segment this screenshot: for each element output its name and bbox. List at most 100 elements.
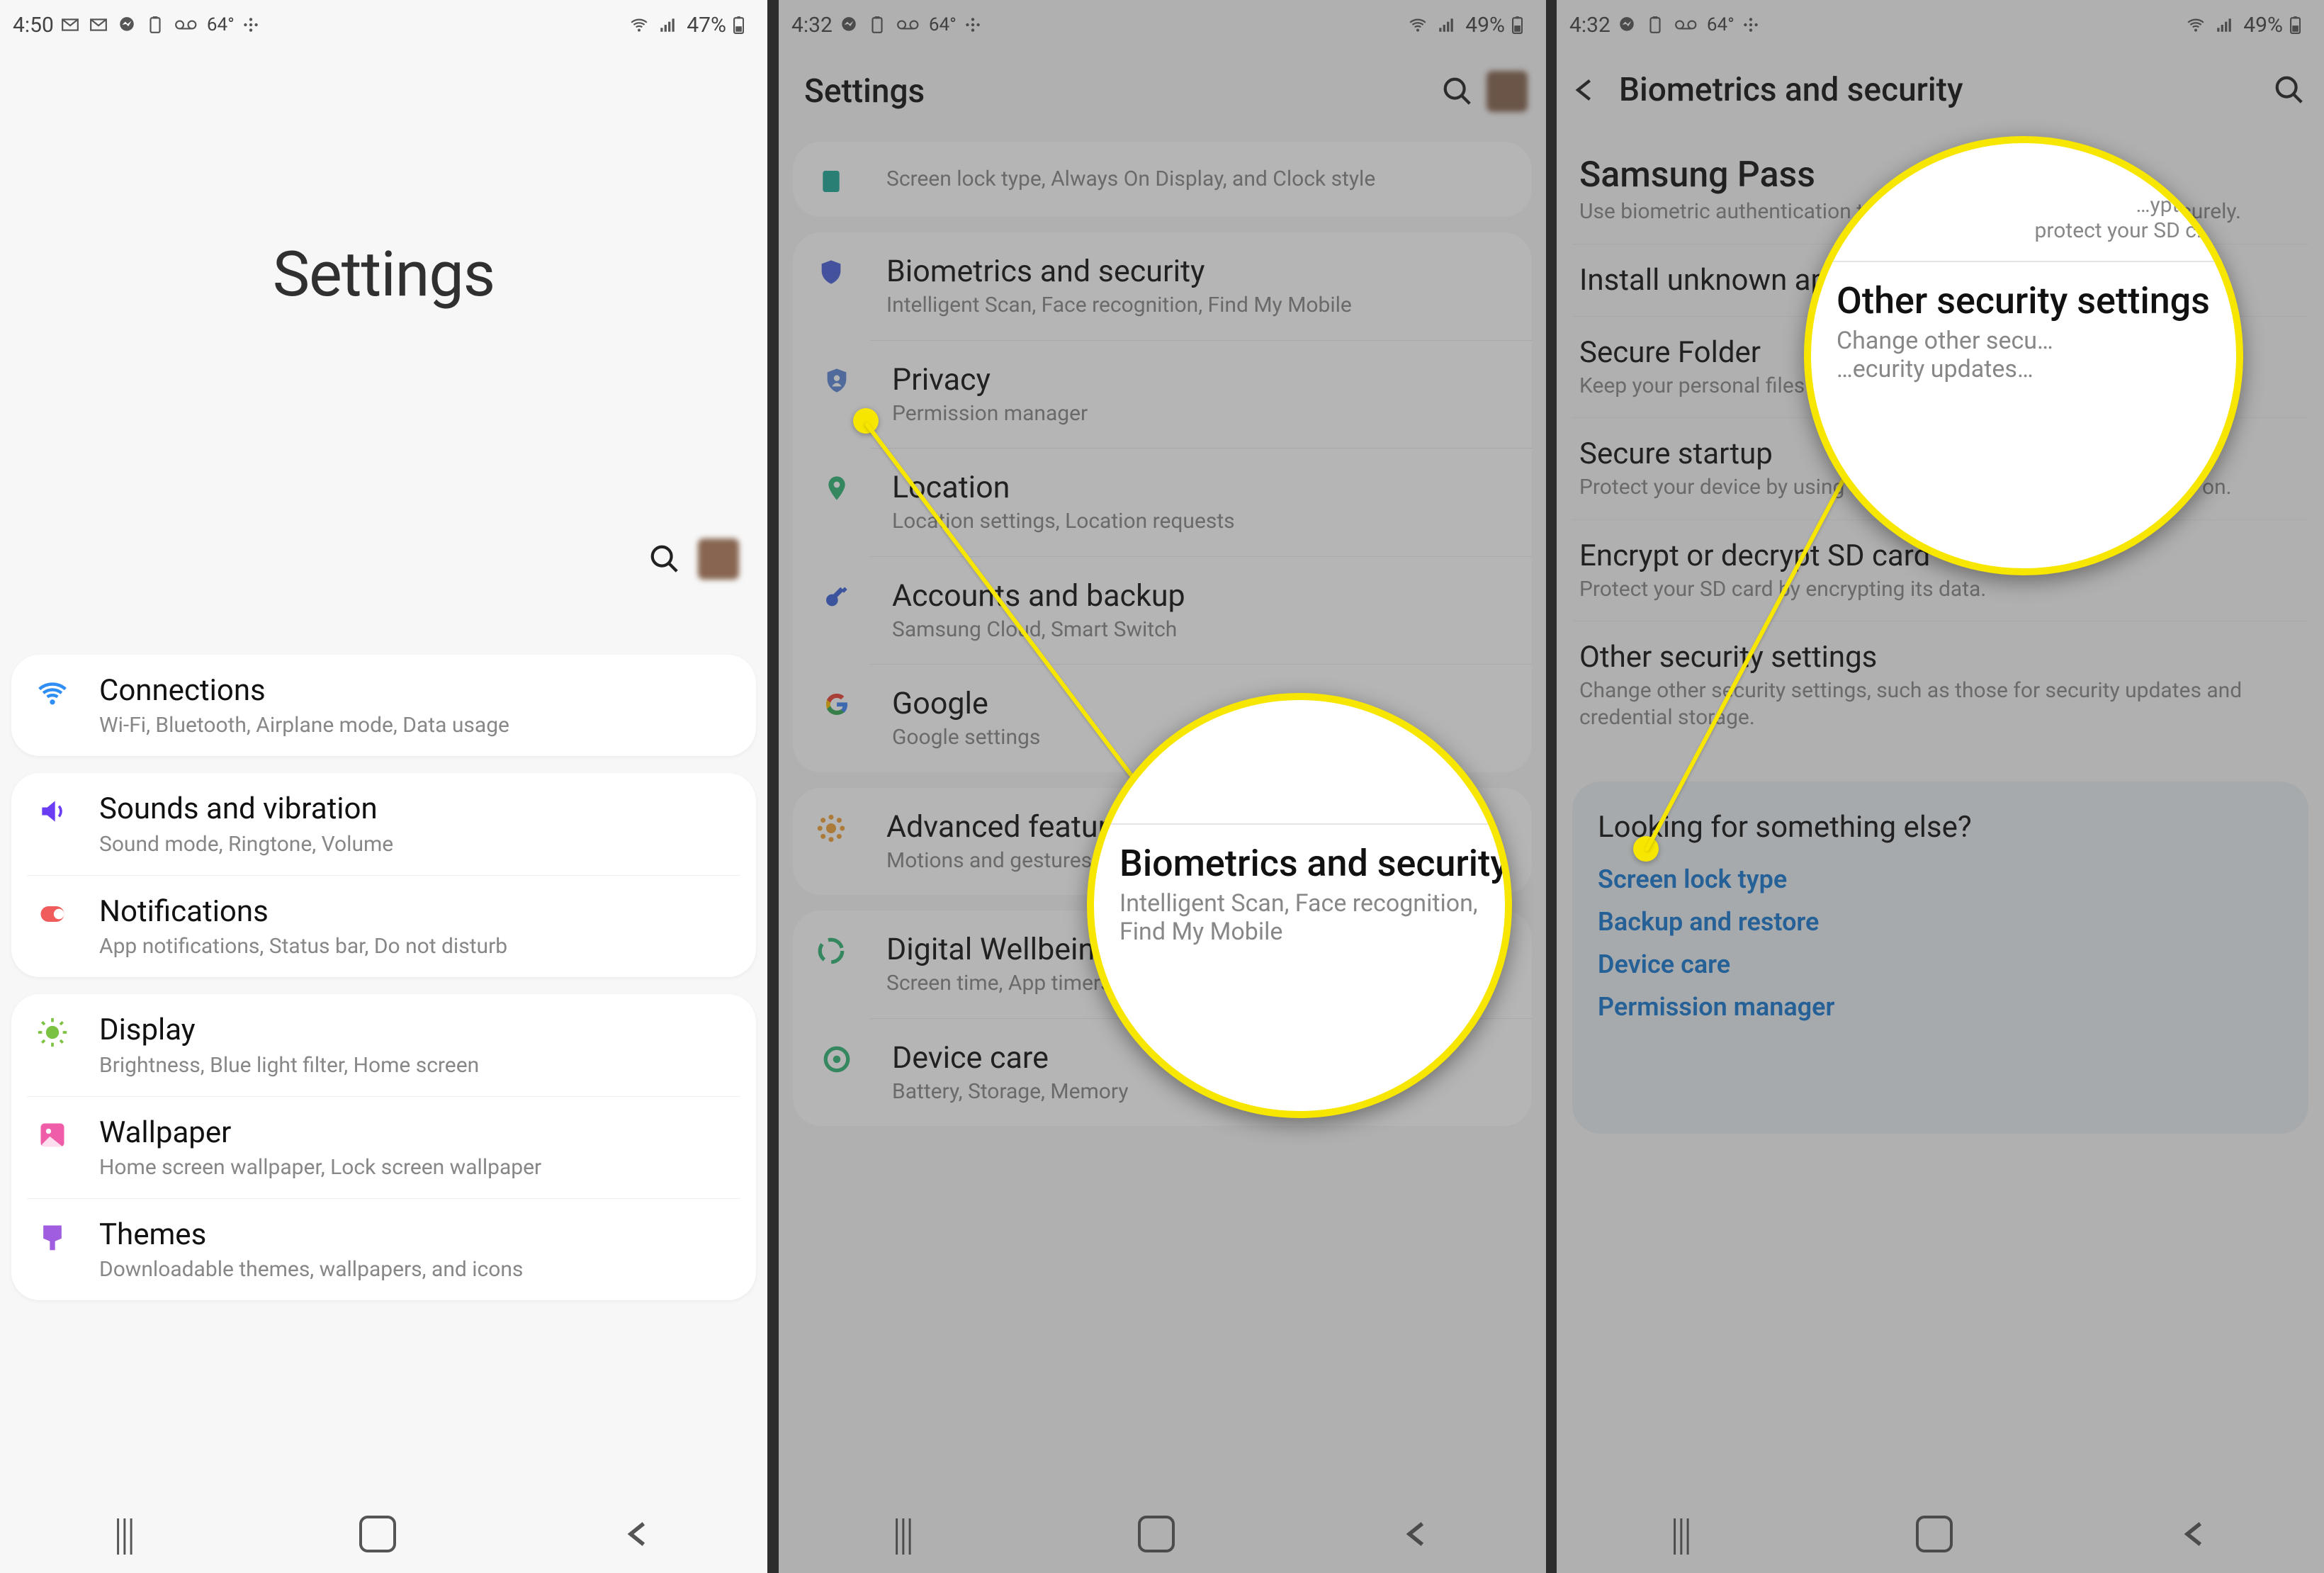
security-item-install-unknown[interactable]: Install unknown apps (1572, 244, 2308, 317)
item-sub: Keep your personal files and apps safe a… (1579, 373, 2301, 400)
settings-row-accounts[interactable]: Accounts and backupSamsung Cloud, Smart … (871, 556, 1532, 665)
search-icon[interactable] (648, 543, 681, 575)
page-title: Settings (0, 238, 767, 311)
back-icon[interactable] (1571, 76, 1599, 104)
navigation-bar: ||| (0, 1495, 767, 1573)
related-heading: Looking for something else? (1598, 810, 2283, 845)
related-link[interactable]: Permission manager (1598, 992, 2283, 1022)
account-avatar[interactable] (698, 539, 739, 580)
wifi-status-icon (2187, 16, 2208, 34)
row-title: Device care (892, 1040, 1519, 1076)
row-sub: Screen time, App timers, Wind Down (886, 970, 1519, 997)
back-button[interactable] (1401, 1518, 1433, 1550)
account-avatar[interactable] (1487, 71, 1528, 112)
google-icon (793, 686, 871, 718)
item-title: Encrypt or decrypt SD card (1579, 539, 2301, 573)
related-link[interactable]: Screen lock type (1598, 864, 2283, 894)
status-time: 4:32 (791, 13, 833, 38)
item-sub: Change other security settings, such as … (1579, 677, 2301, 731)
status-time: 4:50 (13, 13, 54, 38)
battery-saver-icon (1646, 16, 1667, 34)
row-title: Accounts and backup (892, 578, 1519, 614)
themes-icon (27, 1217, 78, 1253)
settings-row-wellbeing[interactable]: Digital Wellbeing and parental controlsS… (793, 910, 1532, 1018)
row-title: Google (892, 686, 1519, 721)
home-button[interactable] (359, 1516, 396, 1552)
home-button[interactable] (1138, 1516, 1175, 1552)
item-title: Secure startup (1579, 436, 2301, 471)
gmail-icon-2 (89, 16, 111, 34)
related-link[interactable]: Backup and restore (1598, 907, 2283, 937)
battery-icon (733, 16, 755, 34)
settings-row-sounds[interactable]: Sounds and vibrationSound mode, Ringtone… (11, 773, 756, 874)
recents-button[interactable]: ||| (113, 1509, 133, 1560)
security-item-encrypt-sd[interactable]: Encrypt or decrypt SD card Protect your … (1572, 520, 2308, 622)
item-title: Samsung Pass (1579, 154, 2301, 196)
status-bar: 4:32 64° 49% (1557, 0, 2324, 47)
row-title: Biometrics and security (886, 254, 1519, 289)
header: Settings (779, 47, 1546, 129)
settings-row-lockscreen[interactable]: Screen lock type, Always On Display, and… (793, 142, 1532, 217)
sound-icon (27, 791, 78, 827)
wifi-status-icon (630, 16, 651, 34)
settings-row-display[interactable]: DisplayBrightness, Blue light filter, Ho… (11, 994, 756, 1095)
signal-icon (1437, 16, 1458, 34)
recents-button[interactable]: ||| (892, 1509, 912, 1560)
battery-pct: 49% (2243, 13, 2283, 38)
signal-icon (2215, 16, 2236, 34)
status-time: 4:32 (1569, 13, 1611, 38)
back-button[interactable] (2179, 1518, 2211, 1550)
item-sub: Protect your device by using a screen lo… (1579, 474, 2301, 501)
settings-row-wallpaper[interactable]: WallpaperHome screen wallpaper, Lock scr… (27, 1096, 740, 1198)
settings-group: DisplayBrightness, Blue light filter, Ho… (11, 994, 756, 1300)
security-item-secure-folder[interactable]: Secure Folder Keep your personal files a… (1572, 317, 2308, 419)
wifi-status-icon (1409, 16, 1430, 34)
settings-row-biometrics[interactable]: Biometrics and securityIntelligent Scan,… (793, 232, 1532, 340)
settings-group: Biometrics and securityIntelligent Scan,… (793, 232, 1532, 772)
search-icon[interactable] (2273, 74, 2306, 106)
settings-row-location[interactable]: LocationLocation settings, Location requ… (871, 448, 1532, 556)
battery-icon (2290, 16, 2311, 34)
settings-row-connections[interactable]: ConnectionsWi-Fi, Bluetooth, Airplane mo… (11, 655, 756, 756)
gmail-icon (61, 16, 82, 34)
row-sub: Samsung Cloud, Smart Switch (892, 616, 1519, 643)
settings-row-notifications[interactable]: NotificationsApp notifications, Status b… (27, 875, 740, 977)
status-temp: 64° (1707, 14, 1734, 35)
row-title: Display (99, 1013, 740, 1048)
home-button[interactable] (1916, 1516, 1953, 1552)
advanced-icon (797, 809, 865, 843)
devicecare-icon (793, 1040, 871, 1074)
security-item-other[interactable]: Other security settings Change other sec… (1572, 621, 2308, 749)
battery-saver-icon (146, 16, 167, 34)
security-item-samsung-pass[interactable]: Samsung Pass Use biometric authenticatio… (1572, 142, 2308, 244)
settings-list: ConnectionsWi-Fi, Bluetooth, Airplane mo… (0, 638, 767, 1495)
settings-row-advanced[interactable]: Advanced featuresMotions and gestures, O… (793, 788, 1532, 896)
back-button[interactable] (623, 1518, 654, 1550)
row-sub: Wi-Fi, Bluetooth, Airplane mode, Data us… (99, 713, 740, 738)
row-sub: Motions and gestures, One-handed mode (886, 847, 1519, 874)
security-item-secure-startup[interactable]: Secure startup Protect your device by us… (1572, 418, 2308, 520)
related-link[interactable]: Device care (1598, 949, 2283, 979)
settings-row-themes[interactable]: ThemesDownloadable themes, wallpapers, a… (27, 1198, 740, 1300)
more-icon (964, 16, 985, 34)
search-icon[interactable] (1441, 75, 1474, 108)
recents-button[interactable]: ||| (1670, 1509, 1690, 1560)
settings-row-privacy[interactable]: PrivacyPermission manager (871, 340, 1532, 449)
settings-row-devicecare[interactable]: Device careBattery, Storage, Memory (871, 1018, 1532, 1127)
row-sub: App notifications, Status bar, Do not di… (99, 934, 740, 959)
messenger-icon (1618, 16, 1639, 34)
more-icon (242, 16, 263, 34)
phone-screen-3: 4:32 64° 49% Biometrics and security Sam… (1557, 0, 2324, 1573)
row-title: Themes (99, 1217, 740, 1253)
navigation-bar: ||| (779, 1495, 1546, 1573)
row-sub: Permission manager (892, 400, 1519, 427)
messenger-icon (840, 16, 861, 34)
navigation-bar: ||| (1557, 1495, 2324, 1573)
status-bar: 4:50 64° 47% (0, 0, 767, 47)
row-sub: Screen lock type, Always On Display, and… (886, 166, 1519, 193)
settings-row-google[interactable]: GoogleGoogle settings (871, 664, 1532, 772)
settings-group: Sounds and vibrationSound mode, Ringtone… (11, 773, 756, 977)
phone-screen-1: 4:50 64° 47% Settings (0, 0, 767, 1573)
wallpaper-icon (27, 1115, 78, 1151)
related-settings: Looking for something else? Screen lock … (1572, 782, 2308, 1134)
